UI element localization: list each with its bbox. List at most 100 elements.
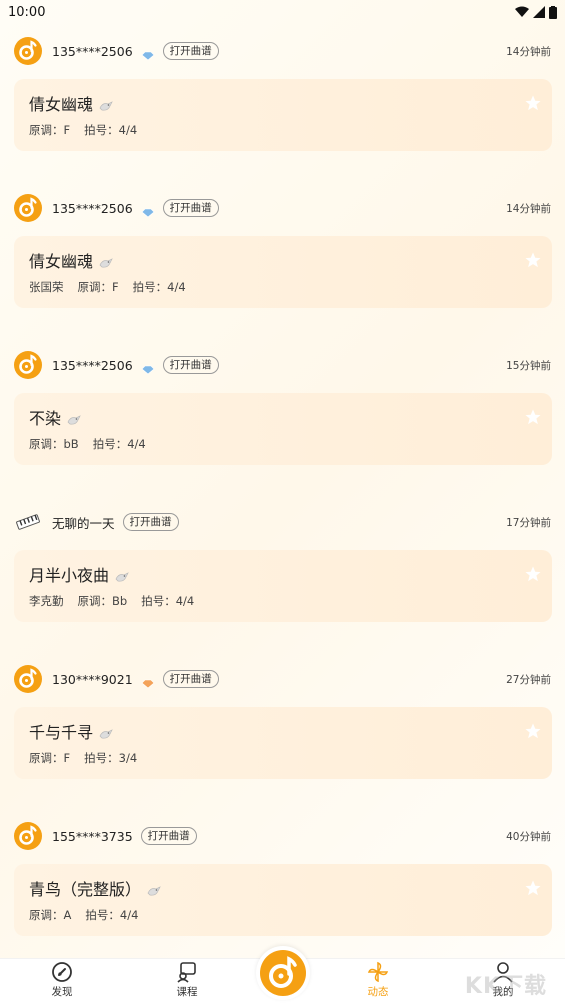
score-key: 原调：F [77, 280, 119, 294]
post-time: 27分钟前 [506, 673, 551, 686]
status-icons [515, 5, 557, 19]
score-title-row: 倩女幽魂 [29, 248, 113, 272]
course-icon [177, 962, 196, 983]
username[interactable]: 130****9021 [52, 672, 133, 687]
score-title-row: 青鸟（完整版） [29, 876, 161, 900]
music-disc-icon[interactable] [14, 822, 42, 850]
score-card[interactable]: 月半小夜曲李克勤 原调：Bb 拍号：4/4 [14, 550, 552, 622]
star-icon[interactable] [524, 565, 542, 587]
score-meta: 原调：F 拍号：3/4 [29, 750, 137, 766]
tab-discover[interactable]: 发现 [22, 961, 102, 1004]
score-beat: 拍号：3/4 [84, 751, 138, 765]
post-header: 135****2506 打开曲谱 15分钟前 [14, 350, 551, 380]
feed-post: 无聊的一天 打开曲谱 17分钟前月半小夜曲李克勤 原调：Bb 拍号：4/4 [0, 501, 565, 658]
score-meta: 原调：A 拍号：4/4 [29, 907, 138, 923]
tab-feed[interactable]: 动态 [338, 961, 418, 1004]
keyboard-icon[interactable] [14, 508, 42, 536]
center-button-disc [260, 950, 306, 996]
star-icon[interactable] [524, 879, 542, 901]
post-time: 14分钟前 [506, 45, 551, 58]
feed-post: 135****2506 打开曲谱 15分钟前不染原调：bB 拍号：4/4 [0, 344, 565, 501]
blue-badge-icon [141, 46, 155, 61]
music-disc-icon[interactable] [14, 37, 42, 65]
score-meta: 李克勤 原调：Bb 拍号：4/4 [29, 593, 194, 609]
score-card[interactable]: 不染原调：bB 拍号：4/4 [14, 393, 552, 465]
score-key: 原调：Bb [77, 594, 128, 608]
username[interactable]: 135****2506 [52, 44, 133, 59]
score-title: 倩女幽魂 [29, 252, 94, 271]
bird-icon [115, 568, 129, 582]
score-beat: 拍号：4/4 [85, 908, 139, 922]
username[interactable]: 135****2506 [52, 201, 133, 216]
score-title: 不染 [29, 409, 62, 428]
wifi-icon [515, 6, 529, 17]
open-score-tag[interactable]: 打开曲谱 [162, 199, 219, 217]
pinwheel-icon [367, 961, 389, 983]
score-title: 倩女幽魂 [29, 95, 94, 114]
battery-icon [549, 5, 557, 19]
feed-post: 135****2506 打开曲谱 14分钟前倩女幽魂张国荣 原调：F 拍号：4/4 [0, 187, 565, 344]
music-disc-icon [269, 956, 297, 988]
score-key: 原调：F [29, 751, 71, 765]
score-title-row: 月半小夜曲 [29, 562, 129, 586]
open-score-tag[interactable]: 打开曲谱 [162, 356, 219, 374]
center-publish-button[interactable] [256, 946, 310, 1000]
star-icon[interactable] [524, 722, 542, 744]
music-disc-icon[interactable] [14, 351, 42, 379]
feed-list: 135****2506 打开曲谱 14分钟前 倩女幽魂 原调：F 拍号：4/4 135***… [0, 30, 565, 972]
post-time: 14分钟前 [506, 202, 551, 215]
bird-icon [99, 254, 113, 268]
open-score-tag[interactable]: 打开曲谱 [122, 513, 179, 531]
signal-icon [533, 6, 545, 18]
open-score-tag[interactable]: 打开曲谱 [162, 670, 219, 688]
post-time: 40分钟前 [506, 830, 551, 843]
score-card[interactable]: 倩女幽魂原调：F 拍号：4/4 [14, 79, 552, 151]
status-time: 10:00 [8, 4, 46, 20]
music-disc-icon[interactable] [14, 665, 42, 693]
username[interactable]: 155****3735 [52, 829, 133, 844]
blue-badge-icon [141, 360, 155, 375]
score-title: 青鸟（完整版） [29, 880, 142, 899]
star-icon[interactable] [524, 408, 542, 430]
post-time: 17分钟前 [506, 516, 551, 529]
tab-label: 发现 [51, 986, 73, 998]
post-header: 无聊的一天 打开曲谱 17分钟前 [14, 507, 551, 537]
score-title: 千与千寻 [29, 723, 94, 742]
status-bar: 10:00 [0, 0, 565, 24]
username[interactable]: 无聊的一天 [52, 513, 115, 532]
score-key: 原调：F [29, 123, 71, 137]
bird-icon [67, 411, 81, 425]
score-title-row: 倩女幽魂 [29, 91, 113, 115]
tab-label: 动态 [367, 986, 389, 998]
score-key: 原调：A [29, 908, 72, 922]
open-score-tag[interactable]: 打开曲谱 [140, 827, 197, 845]
score-card[interactable]: 千与千寻原调：F 拍号：3/4 [14, 707, 552, 779]
score-artist: 李克勤 [29, 594, 64, 608]
score-artist: 张国荣 [29, 280, 64, 294]
score-beat: 拍号：4/4 [92, 437, 146, 451]
star-icon[interactable] [524, 94, 542, 116]
post-header: 130****9021 打开曲谱 27分钟前 [14, 664, 551, 694]
open-score-tag[interactable]: 打开曲谱 [162, 42, 219, 60]
post-header: 135****2506 打开曲谱 14分钟前 [14, 193, 551, 223]
watermark: KK下载 [464, 974, 547, 999]
tab-course[interactable]: 课程 [147, 961, 227, 1004]
music-disc-icon[interactable] [14, 194, 42, 222]
score-meta: 原调：F 拍号：4/4 [29, 122, 137, 138]
post-header: 135****2506 打开曲谱 14分钟前 [14, 36, 551, 66]
post-time: 15分钟前 [506, 359, 551, 372]
discover-icon [52, 962, 72, 982]
username[interactable]: 135****2506 [52, 358, 133, 373]
score-meta: 原调：bB 拍号：4/4 [29, 436, 146, 452]
score-card[interactable]: 青鸟（完整版） 原调：A 拍号：4/4 [14, 864, 552, 936]
post-header: 155****3735 打开曲谱 40分钟前 [14, 821, 551, 851]
score-beat: 拍号：4/4 [132, 280, 186, 294]
star-icon[interactable] [524, 251, 542, 273]
score-title-row: 千与千寻 [29, 719, 113, 743]
orange-badge-icon [141, 674, 155, 689]
score-card[interactable]: 倩女幽魂张国荣 原调：F 拍号：4/4 [14, 236, 552, 308]
score-title: 月半小夜曲 [29, 566, 110, 585]
score-beat: 拍号：4/4 [84, 123, 138, 137]
tab-label: 课程 [176, 986, 198, 998]
feed-post: 130****9021 打开曲谱 27分钟前千与千寻原调：F 拍号：3/4 [0, 658, 565, 815]
